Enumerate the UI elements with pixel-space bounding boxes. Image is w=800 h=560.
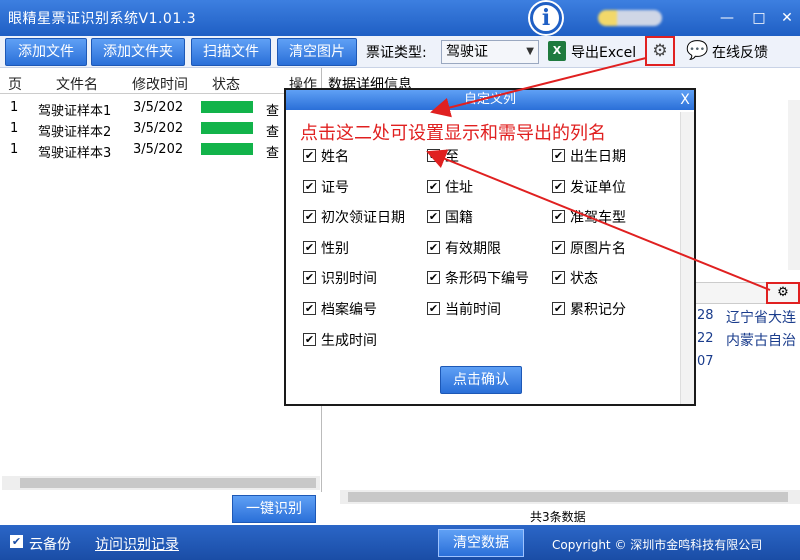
- excel-icon[interactable]: X: [548, 41, 566, 61]
- column-checkbox[interactable]: ✔: [552, 241, 565, 254]
- vertical-scrollbar[interactable]: [788, 100, 800, 270]
- cloud-backup-label: 云备份: [29, 537, 71, 553]
- clear-images-button[interactable]: 清空图片: [277, 38, 357, 66]
- col-header-page[interactable]: 页: [8, 74, 22, 94]
- column-checkbox[interactable]: ✔: [303, 210, 316, 223]
- ticket-type-select[interactable]: 驾驶证 ▼: [441, 40, 539, 64]
- column-checkbox-label: 国籍: [445, 210, 473, 226]
- column-checkbox-label: 状态: [570, 271, 598, 287]
- detail-cell: 辽宁省大连: [726, 310, 796, 326]
- maximize-icon[interactable]: □: [748, 8, 770, 28]
- dialog-scrollbar[interactable]: [680, 112, 694, 404]
- column-checkbox[interactable]: ✔: [303, 271, 316, 284]
- scrollbar-thumb[interactable]: [348, 492, 788, 502]
- detail-cell: 07: [697, 354, 714, 369]
- column-checkbox-label: 出生日期: [570, 149, 626, 165]
- close-icon[interactable]: ✕: [776, 8, 798, 28]
- column-settings-icon[interactable]: ⚙: [766, 282, 800, 304]
- column-checkbox-label: 初次领证日期: [321, 210, 405, 226]
- column-checkbox-label: 证号: [321, 180, 349, 196]
- column-checkbox-label: 至: [445, 149, 459, 165]
- column-checkbox[interactable]: ✔: [427, 180, 440, 193]
- app-title: 眼精星票证识别系统V1.01.3: [8, 11, 197, 27]
- column-checkbox[interactable]: ✔: [427, 241, 440, 254]
- column-checkbox[interactable]: ✔: [427, 271, 440, 284]
- column-checkbox-label: 生成时间: [321, 333, 377, 349]
- column-checkbox[interactable]: ✔: [552, 180, 565, 193]
- row-view-link[interactable]: 查: [266, 100, 279, 119]
- detail-cell: 22: [697, 331, 714, 346]
- add-file-button[interactable]: 添加文件: [5, 38, 87, 66]
- column-checkbox[interactable]: ✔: [552, 149, 565, 162]
- col-header-status[interactable]: 状态: [212, 74, 240, 94]
- column-checkbox[interactable]: ✔: [303, 180, 316, 193]
- ticket-type-value: 驾驶证: [446, 44, 488, 60]
- export-excel-button[interactable]: 导出Excel: [571, 42, 636, 62]
- col-header-filename[interactable]: 文件名: [56, 74, 98, 94]
- status-progress: [201, 122, 253, 134]
- row-time: 3/5/202: [133, 121, 184, 136]
- feedback-link[interactable]: 在线反馈: [712, 42, 768, 62]
- detail-cell: 28: [697, 308, 714, 323]
- column-checkbox-label: 原图片名: [570, 241, 626, 257]
- divider: [0, 93, 322, 94]
- column-checkbox[interactable]: ✔: [427, 302, 440, 315]
- column-checkbox[interactable]: ✔: [303, 149, 316, 162]
- row-page: 1: [10, 100, 19, 115]
- row-time: 3/5/202: [133, 142, 184, 157]
- col-header-modified[interactable]: 修改时间: [132, 74, 188, 94]
- row-filename[interactable]: 驾驶证样本1: [38, 100, 111, 119]
- column-checkbox-label: 发证单位: [570, 180, 626, 196]
- row-view-link[interactable]: 查: [266, 121, 279, 140]
- ticket-type-label: 票证类型:: [366, 45, 427, 61]
- row-view-link[interactable]: 查: [266, 142, 279, 161]
- user-avatar[interactable]: [598, 10, 662, 26]
- column-checkbox-label: 性别: [321, 241, 349, 257]
- row-page: 1: [10, 142, 19, 157]
- chevron-down-icon: ▼: [526, 46, 534, 57]
- annotation-text: 点击这二处可设置显示和需导出的列名: [300, 123, 606, 144]
- column-checkbox-label: 准驾车型: [570, 210, 626, 226]
- status-progress: [201, 101, 253, 113]
- total-count: 共3条数据: [530, 510, 586, 524]
- minimize-icon[interactable]: —: [716, 8, 738, 28]
- info-logo-icon: i: [530, 2, 562, 34]
- column-checkbox[interactable]: ✔: [303, 302, 316, 315]
- confirm-button[interactable]: 点击确认: [440, 366, 522, 394]
- column-checkbox-label: 有效期限: [445, 241, 501, 257]
- column-checkbox-label: 当前时间: [445, 302, 501, 318]
- column-checkbox[interactable]: ✔: [427, 149, 440, 162]
- clear-data-button[interactable]: 清空数据: [438, 529, 524, 557]
- scrollbar-thumb[interactable]: [20, 478, 316, 488]
- column-checkbox[interactable]: ✔: [552, 302, 565, 315]
- copyright: Copyright © 深圳市金鸣科技有限公司: [552, 538, 763, 552]
- chat-bubble-icon[interactable]: 💬: [686, 40, 708, 62]
- status-progress: [201, 143, 253, 155]
- detail-cell: 内蒙古自治: [726, 333, 796, 349]
- column-checkbox[interactable]: ✔: [427, 210, 440, 223]
- gear-icon[interactable]: ⚙: [645, 36, 675, 66]
- column-checkbox[interactable]: ✔: [552, 210, 565, 223]
- column-checkbox-label: 住址: [445, 180, 473, 196]
- column-checkbox-label: 条形码下编号: [445, 271, 529, 287]
- column-checkbox[interactable]: ✔: [552, 271, 565, 284]
- column-checkbox[interactable]: ✔: [303, 241, 316, 254]
- history-link[interactable]: 访问识别记录: [95, 534, 179, 554]
- row-filename[interactable]: 驾驶证样本3: [38, 142, 111, 161]
- row-filename[interactable]: 驾驶证样本2: [38, 121, 111, 140]
- column-checkbox-label: 档案编号: [321, 302, 377, 318]
- dialog-close-button[interactable]: X: [676, 90, 694, 110]
- column-checkbox[interactable]: ✔: [303, 333, 316, 346]
- scan-file-button[interactable]: 扫描文件: [191, 38, 271, 66]
- column-checkbox-label: 累积记分: [570, 302, 626, 318]
- cloud-backup-checkbox[interactable]: ✔: [10, 535, 23, 548]
- one-key-recognize-button[interactable]: 一键识别: [232, 495, 316, 523]
- add-folder-button[interactable]: 添加文件夹: [91, 38, 185, 66]
- row-page: 1: [10, 121, 19, 136]
- dialog-title: 自定义列: [286, 90, 694, 110]
- column-checkbox-label: 姓名: [321, 149, 349, 165]
- column-checkbox-label: 识别时间: [321, 271, 377, 287]
- row-time: 3/5/202: [133, 100, 184, 115]
